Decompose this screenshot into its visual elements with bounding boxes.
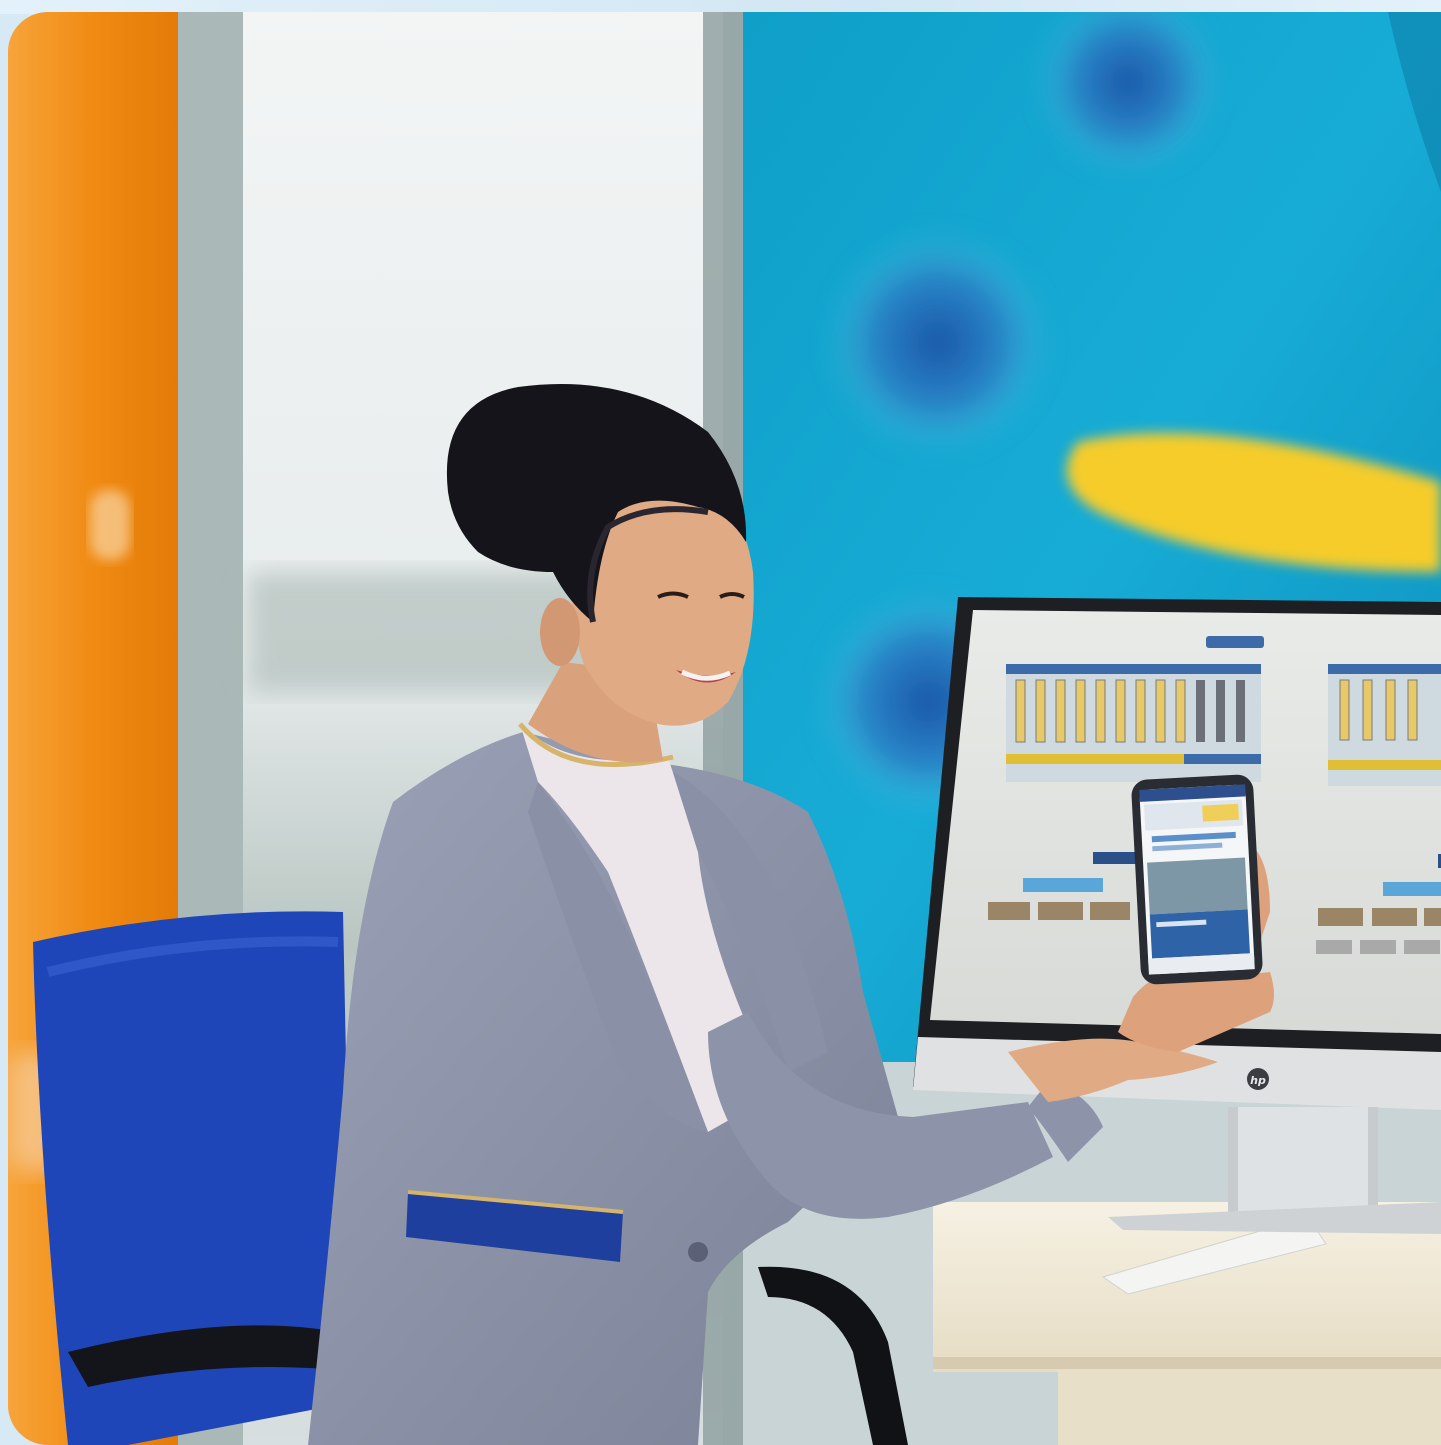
hp-logo-icon: hp [1247,1068,1269,1090]
smartphone [1131,774,1263,985]
svg-text:hp: hp [1250,1074,1266,1087]
photo-frame: hp [8,12,1441,1445]
photo-illustration: hp [8,12,1441,1445]
